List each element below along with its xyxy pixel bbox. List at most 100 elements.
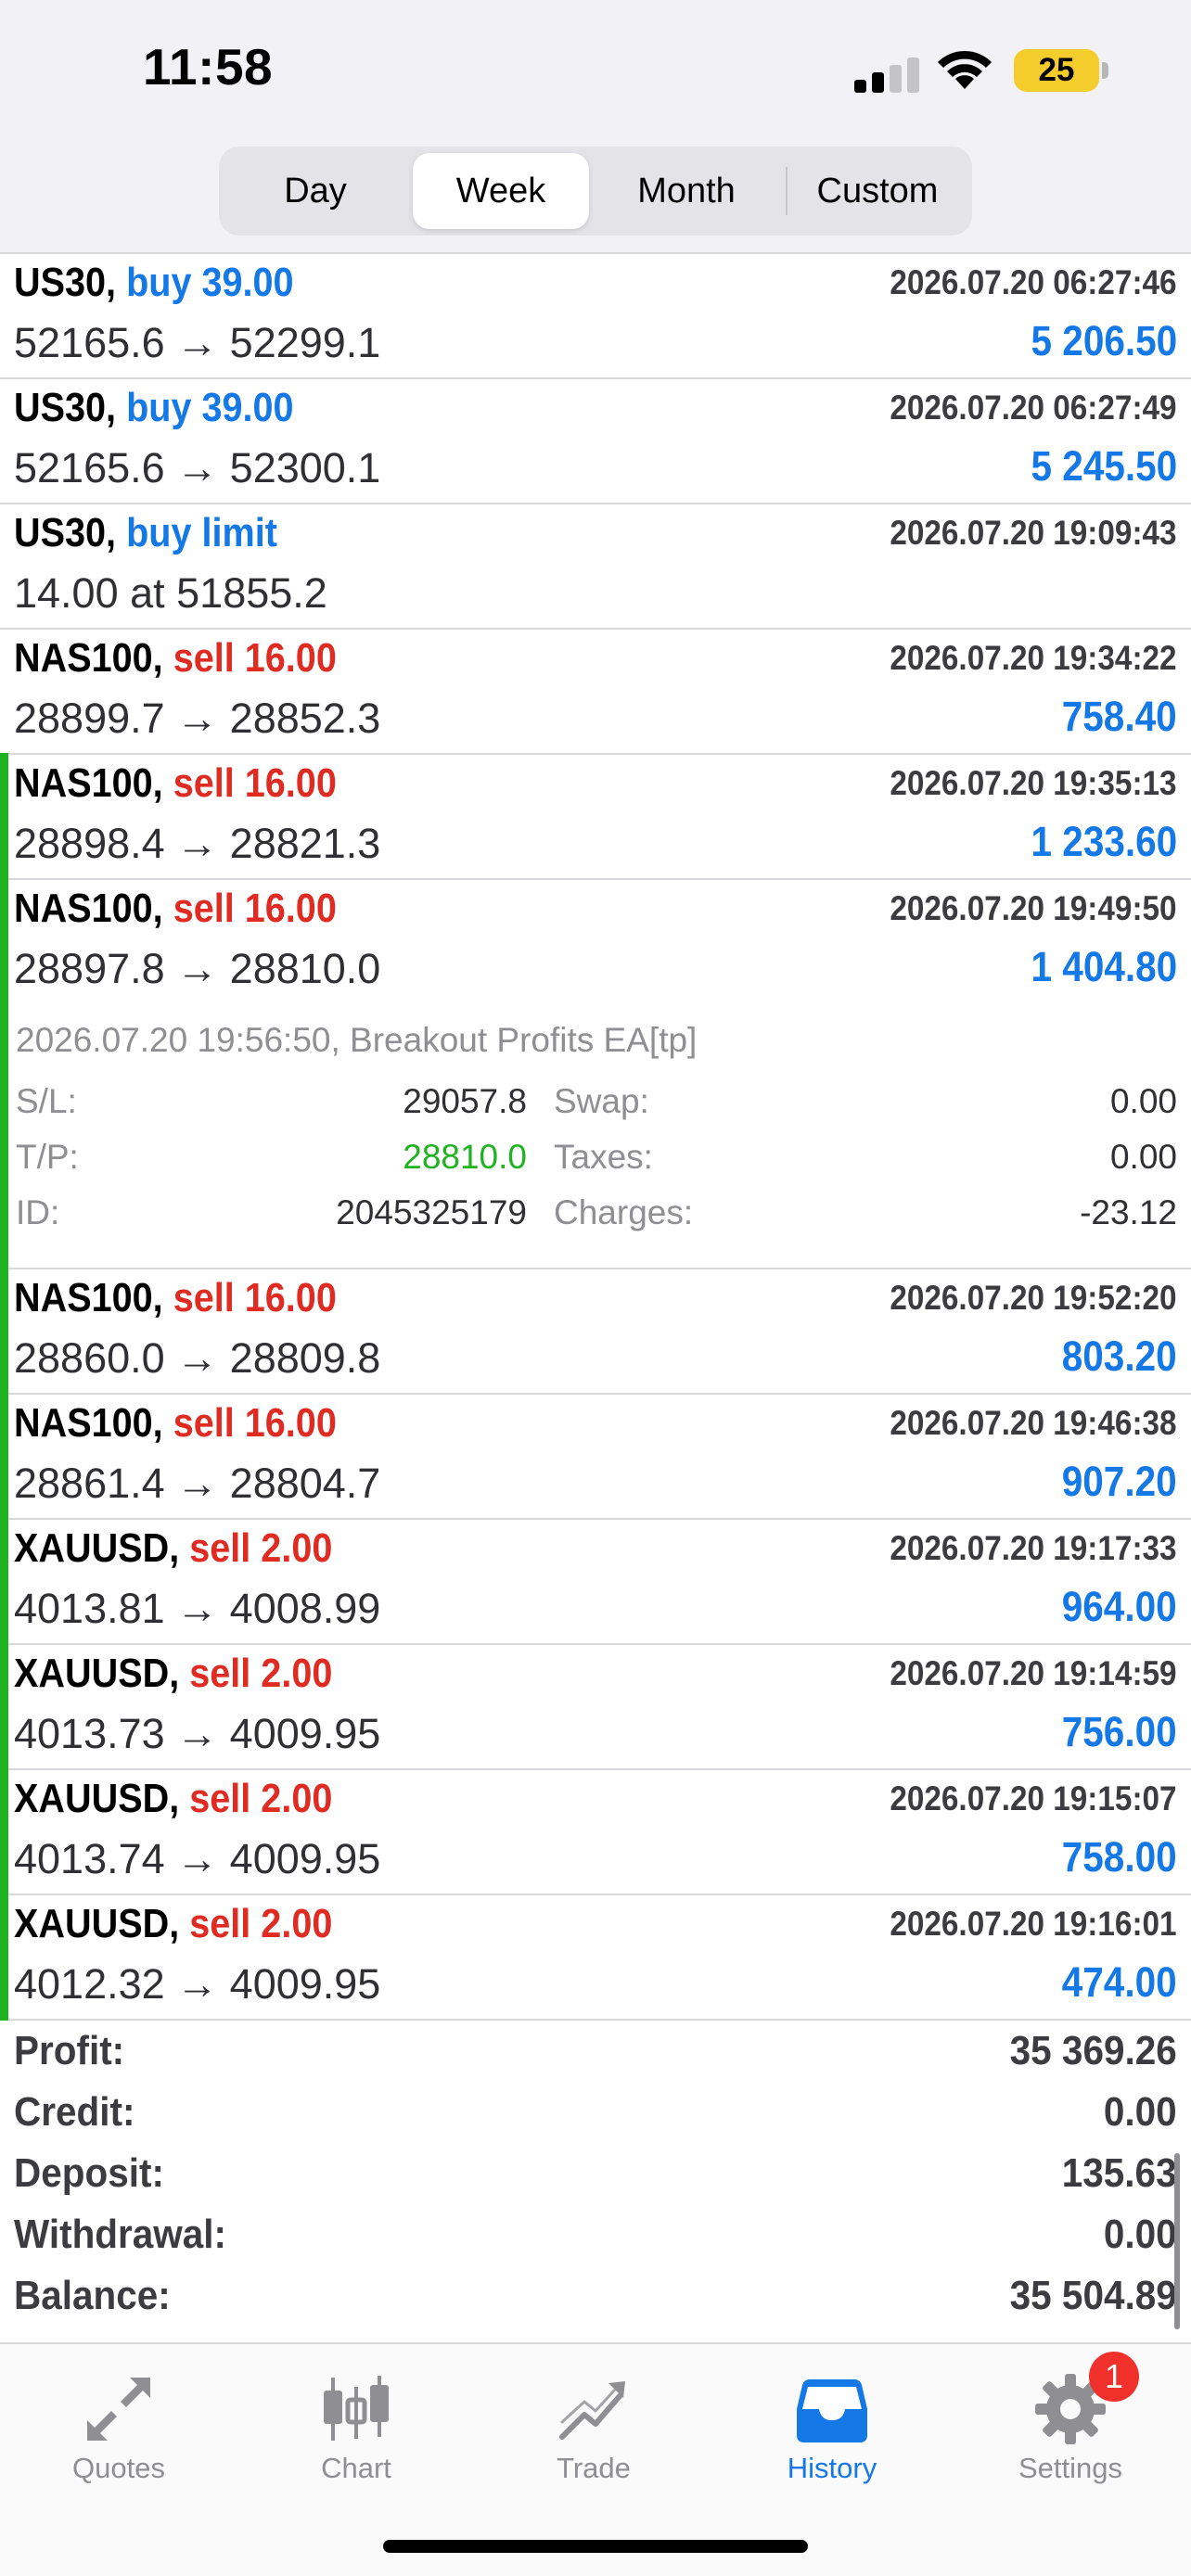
swap-value: 0.00	[1109, 1082, 1177, 1120]
summary-value: 0.00	[1104, 2212, 1177, 2257]
deal-datetime: 2026.07.20 06:27:46	[890, 263, 1177, 301]
deal-title: US30, buy limit	[14, 510, 277, 556]
deal-symbol: NAS100,	[14, 886, 163, 931]
deal-datetime: 2026.07.20 19:46:38	[890, 1404, 1177, 1442]
sl-label: S/L:	[16, 1082, 77, 1120]
battery-tip	[1102, 62, 1108, 79]
tab-quotes[interactable]: Quotes	[26, 2359, 211, 2498]
tab-week[interactable]: Week	[413, 153, 589, 229]
home-indicator[interactable]	[383, 2540, 808, 2553]
deal-row[interactable]: US30, buy 39.00 2026.07.20 06:27:49 5216…	[0, 379, 1191, 504]
deal-action: sell 16.00	[173, 886, 337, 931]
deal-profit: 1 404.80	[1031, 943, 1177, 990]
cellular-signal-icon	[854, 57, 919, 93]
deal-action: sell 16.00	[173, 760, 337, 806]
deal-symbol: US30,	[14, 260, 117, 305]
deal-row-expanded[interactable]: NAS100, sell 16.00 2026.07.20 19:49:50 2…	[0, 878, 1191, 1269]
deal-row[interactable]: XAUUSD, sell 2.00 2026.07.20 19:16:01 40…	[0, 1894, 1191, 2021]
deal-prices: 28898.4 → 28821.3	[14, 820, 381, 867]
deal-title: XAUUSD, sell 2.00	[14, 1525, 332, 1572]
deal-row[interactable]: NAS100, sell 16.00 2026.07.20 19:46:38 2…	[0, 1393, 1191, 1520]
deal-symbol: XAUUSD,	[14, 1525, 180, 1571]
deal-prices: 52165.6 → 52299.1	[14, 319, 381, 366]
battery-level: 25	[1038, 52, 1075, 88]
deal-prices: 4013.81 → 4008.99	[14, 1585, 381, 1632]
deal-datetime: 2026.07.20 19:14:59	[890, 1654, 1177, 1692]
deal-row[interactable]: XAUUSD, sell 2.00 2026.07.20 19:15:07 40…	[0, 1768, 1191, 1895]
taxes-label: Taxes:	[554, 1138, 653, 1176]
tab-label: Quotes	[72, 2452, 165, 2484]
scroll-indicator[interactable]	[1174, 2153, 1180, 2329]
swap-label: Swap:	[554, 1082, 649, 1120]
summary-credit: Credit: 0.00	[0, 2089, 1191, 2150]
summary-value: 0.00	[1104, 2089, 1177, 2135]
deal-profit: 5 245.50	[1031, 442, 1177, 490]
tab-history[interactable]: History	[739, 2359, 925, 2498]
charges-value: -23.12	[1080, 1193, 1177, 1231]
deal-datetime: 2026.07.20 19:15:07	[890, 1779, 1177, 1817]
deal-title: NAS100, sell 16.00	[14, 1400, 337, 1447]
id-value: 2045325179	[336, 1193, 527, 1231]
order-row[interactable]: US30, buy limit 2026.07.20 19:09:43 14.0…	[0, 504, 1191, 630]
deal-datetime: 2026.07.20 19:16:01	[890, 1905, 1177, 1943]
deal-action: sell 2.00	[189, 1525, 333, 1571]
deal-profit: 907.20	[1062, 1458, 1177, 1505]
tab-month[interactable]: Month	[594, 153, 779, 229]
tab-trade[interactable]: Trade	[501, 2359, 686, 2498]
deal-action: sell 2.00	[189, 1651, 333, 1696]
deal-action: buy 39.00	[126, 260, 294, 305]
trend-line-icon	[559, 2381, 625, 2440]
deal-symbol: NAS100,	[14, 1400, 163, 1446]
deal-prices: 4012.32 → 4009.95	[14, 1960, 381, 2008]
deal-prices: 52165.6 → 52300.1	[14, 444, 381, 491]
deal-title: US30, buy 39.00	[14, 385, 294, 431]
deal-row[interactable]: XAUUSD, sell 2.00 2026.07.20 19:17:33 40…	[0, 1518, 1191, 1645]
deal-action: sell 2.00	[189, 1901, 333, 1946]
deal-action: sell 2.00	[189, 1776, 333, 1821]
deal-prices: 28860.0 → 28809.8	[14, 1334, 381, 1382]
deal-datetime: 2026.07.20 19:49:50	[890, 889, 1177, 927]
deal-row[interactable]: NAS100, sell 16.00 2026.07.20 19:34:22 2…	[0, 630, 1191, 755]
wifi-icon	[938, 50, 992, 89]
deal-datetime: 2026.07.20 19:35:13	[890, 764, 1177, 802]
deal-row[interactable]: XAUUSD, sell 2.00 2026.07.20 19:14:59 40…	[0, 1643, 1191, 1770]
deal-symbol: US30,	[14, 510, 117, 555]
tab-custom[interactable]: Custom	[788, 153, 967, 229]
summary-value: 135.63	[1062, 2150, 1177, 2196]
deal-symbol: NAS100,	[14, 635, 163, 681]
period-segmented-control: Day Week Month Custom	[219, 147, 972, 236]
deal-profit: 5 206.50	[1031, 317, 1177, 364]
tab-chart[interactable]: Chart	[263, 2359, 449, 2498]
deal-action: sell 16.00	[173, 1275, 337, 1320]
deal-row[interactable]: NAS100, sell 16.00 2026.07.20 19:35:13 2…	[0, 753, 1191, 880]
summary-deposit: Deposit: 135.63	[0, 2150, 1191, 2212]
deal-action: sell 16.00	[173, 635, 337, 681]
deal-title: NAS100, sell 16.00	[14, 1275, 337, 1321]
deal-title: NAS100, sell 16.00	[14, 886, 337, 932]
deal-datetime: 2026.07.20 06:27:49	[890, 389, 1177, 427]
summary-label: Deposit:	[14, 2150, 164, 2196]
tab-day[interactable]: Day	[224, 153, 406, 229]
deal-comment: 2026.07.20 19:56:50, Breakout Profits EA…	[16, 1021, 698, 1059]
candlestick-icon	[324, 2376, 389, 2441]
summary-withdrawal: Withdrawal: 0.00	[0, 2212, 1191, 2273]
deal-prices: 28861.4 → 28804.7	[14, 1460, 381, 1507]
deal-prices: 28897.8 → 28810.0	[14, 945, 381, 992]
deal-title: XAUUSD, sell 2.00	[14, 1651, 332, 1697]
deal-title: XAUUSD, sell 2.00	[14, 1901, 332, 1947]
tab-label: Trade	[557, 2452, 631, 2484]
order-volume-price: 14.00 at 51855.2	[14, 569, 327, 617]
deal-symbol: US30,	[14, 385, 117, 430]
deal-datetime: 2026.07.20 19:17:33	[890, 1529, 1177, 1567]
id-label: ID:	[16, 1193, 60, 1231]
deal-row[interactable]: US30, buy 39.00 2026.07.20 06:27:46 5216…	[0, 254, 1191, 379]
history-list: US30, buy 39.00 2026.07.20 06:27:46 5216…	[0, 252, 1191, 2021]
deal-symbol: XAUUSD,	[14, 1776, 180, 1821]
tab-label: History	[787, 2452, 877, 2484]
deal-action: buy limit	[126, 510, 277, 555]
tab-label: Chart	[321, 2452, 391, 2484]
tab-label: Settings	[1018, 2452, 1122, 2484]
deal-row[interactable]: NAS100, sell 16.00 2026.07.20 19:52:20 2…	[0, 1268, 1191, 1395]
deal-profit: 756.00	[1062, 1708, 1177, 1755]
summary-profit: Profit: 35 369.26	[0, 2028, 1191, 2089]
